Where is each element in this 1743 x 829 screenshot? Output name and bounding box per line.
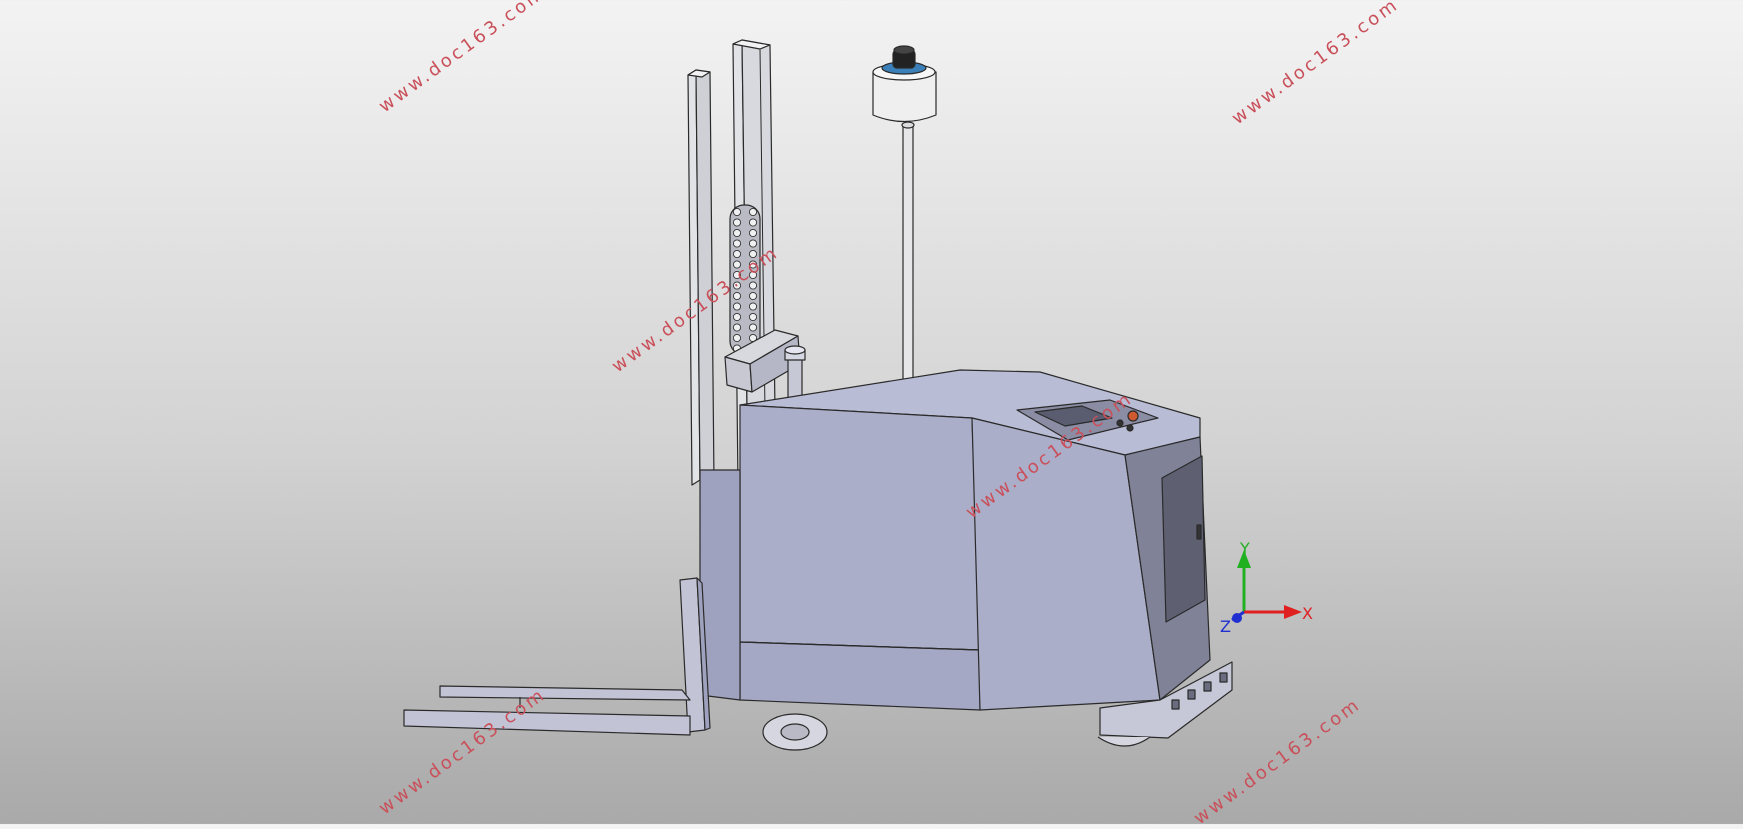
chain-link: [732, 207, 742, 217]
z-axis-marker: [1232, 613, 1242, 623]
agv-body: [699, 369, 1233, 739]
chain-link: [748, 218, 758, 227]
axis-label-y: Y: [1239, 539, 1250, 558]
chain-link: [732, 312, 742, 322]
wheels: [762, 713, 1151, 751]
chain-link: [748, 302, 758, 311]
rear-wheel: [1097, 736, 1151, 747]
chain-link: [732, 228, 742, 238]
chain-link: [748, 239, 758, 248]
emergency-stop: [1127, 410, 1139, 422]
cad-viewport[interactable]: Y X Z: [0, 0, 1743, 824]
chain-link: [732, 333, 742, 343]
forklift-agv-model: [403, 39, 1233, 751]
chain-link: [748, 323, 758, 332]
x-arrow-head: [1284, 605, 1302, 619]
body-front: [739, 404, 981, 651]
chain-link: [748, 207, 758, 217]
forks: [403, 577, 711, 736]
chain-link: [748, 281, 758, 290]
fork-upper: [439, 685, 691, 701]
chain-link: [748, 312, 758, 322]
chain-link: [732, 323, 742, 332]
chain-link: [732, 218, 742, 227]
chain-link: [732, 249, 742, 259]
chain-link: [732, 302, 742, 311]
fork-lower: [403, 709, 691, 736]
chain-link: [748, 228, 758, 238]
lidar-pole: [869, 45, 955, 402]
chain-link: [732, 239, 742, 248]
axis-label-z: Z: [1220, 617, 1231, 636]
coordinate-triad: Y X Z: [1220, 539, 1313, 636]
vertical-post: [784, 345, 806, 404]
axis-label-x: X: [1302, 604, 1313, 623]
chain-link: [748, 291, 758, 301]
